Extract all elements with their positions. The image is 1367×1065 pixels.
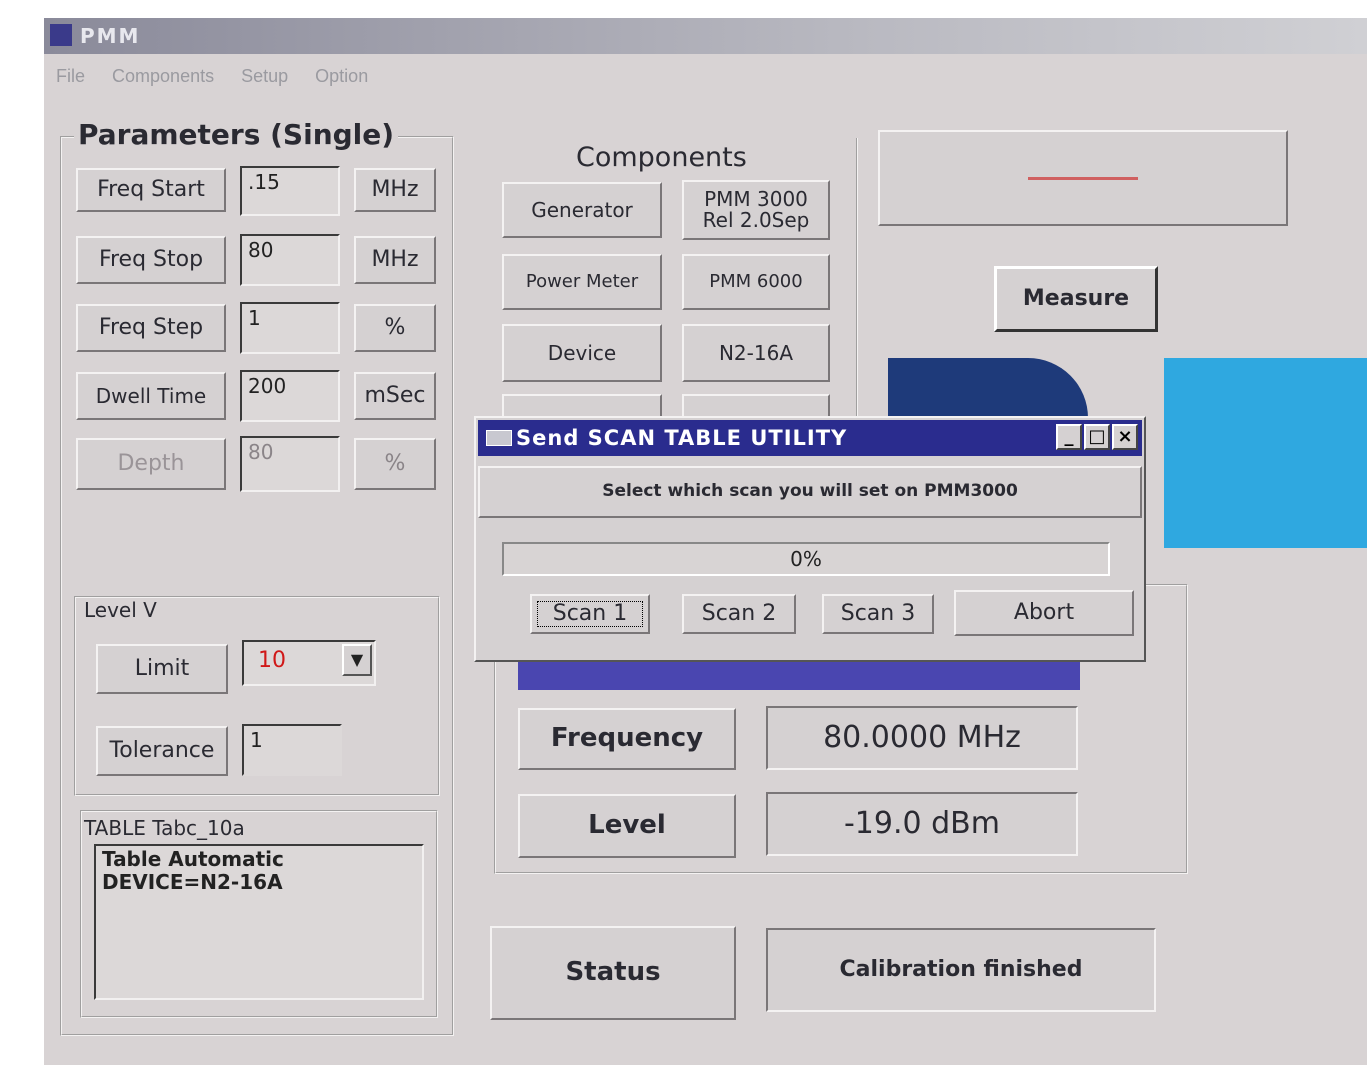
app-icon [50, 24, 72, 46]
status-readout: Calibration finished [766, 928, 1156, 1012]
dwell-time-unit: mSec [354, 372, 436, 420]
frequency-readout: 80.0000 MHz [766, 706, 1078, 770]
menu-components[interactable]: Components [112, 66, 214, 87]
minimize-icon[interactable]: _ [1056, 424, 1082, 450]
depth-button[interactable]: Depth [76, 438, 226, 490]
freq-step-button[interactable]: Freq Step [76, 304, 226, 352]
generator-button[interactable]: Generator [502, 182, 662, 238]
measure-button[interactable]: Measure [994, 266, 1158, 332]
scan-2-button[interactable]: Scan 2 [682, 594, 796, 634]
device-value: N2-16A [682, 324, 830, 382]
freq-stop-unit: MHz [354, 236, 436, 284]
menu-option[interactable]: Option [315, 66, 368, 87]
dwell-time-input[interactable]: 200 [240, 370, 340, 422]
table-textbox[interactable]: Table Automatic DEVICE=N2-16A [94, 844, 424, 1000]
freq-step-input[interactable]: 1 [240, 302, 340, 354]
dialog-title-bar[interactable]: Send SCAN TABLE UTILITY _ □ × [478, 420, 1142, 456]
progress-bar-fill [518, 658, 1080, 690]
table-line-1: Table Automatic [102, 847, 284, 871]
components-title: Components [576, 142, 747, 173]
parameters-title: Parameters (Single) [74, 118, 399, 151]
level-button[interactable]: Level [518, 794, 736, 858]
menu-file[interactable]: File [56, 66, 85, 87]
tolerance-button[interactable]: Tolerance [96, 726, 228, 776]
depth-input[interactable]: 80 [240, 436, 340, 492]
power-meter-value: PMM 6000 [682, 254, 830, 310]
device-button[interactable]: Device [502, 324, 662, 382]
scan-1-button[interactable]: Scan 1 [530, 594, 650, 634]
limit-value: 10 [258, 648, 286, 673]
limit-button[interactable]: Limit [96, 644, 228, 694]
generator-value: PMM 3000 Rel 2.0Sep [682, 180, 830, 240]
level-readout: -19.0 dBm [766, 792, 1078, 856]
scan-table-dialog: Send SCAN TABLE UTILITY _ □ × Select whi… [474, 416, 1146, 662]
abort-button[interactable]: Abort [954, 590, 1134, 636]
frequency-button[interactable]: Frequency [518, 708, 736, 770]
freq-stop-input[interactable]: 80 [240, 234, 340, 286]
dialog-app-icon [486, 430, 512, 446]
table-title: TABLE Tabc_10a [84, 816, 245, 840]
dwell-time-button[interactable]: Dwell Time [76, 372, 226, 420]
freq-step-unit: % [354, 304, 436, 352]
dialog-title: Send SCAN TABLE UTILITY [516, 426, 848, 450]
title-bar[interactable]: PMM [44, 18, 1367, 54]
freq-stop-button[interactable]: Freq Stop [76, 236, 226, 284]
power-meter-button[interactable]: Power Meter [502, 254, 662, 310]
main-window: PMM File Components Setup Option Paramet… [44, 18, 1367, 1065]
status-indicator-panel [878, 130, 1288, 226]
close-icon[interactable]: × [1112, 424, 1138, 450]
window-title: PMM [80, 24, 141, 48]
table-line-2: DEVICE=N2-16A [102, 870, 283, 894]
depth-unit: % [354, 438, 436, 490]
scan-3-button[interactable]: Scan 3 [822, 594, 934, 634]
tolerance-input[interactable]: 1 [242, 724, 342, 776]
menu-setup[interactable]: Setup [241, 66, 288, 87]
dialog-message: Select which scan you will set on PMM300… [478, 466, 1142, 518]
chevron-down-icon[interactable]: ▼ [342, 644, 372, 676]
limit-select[interactable]: 10 ▼ [242, 640, 376, 686]
scan-progress: 0% [502, 542, 1110, 576]
freq-start-button[interactable]: Freq Start [76, 168, 226, 212]
menu-bar: File Components Setup Option [44, 66, 378, 96]
brand-logo-m [1164, 358, 1367, 548]
freq-start-input[interactable]: .15 [240, 166, 340, 216]
indicator-line [1028, 176, 1138, 180]
level-group-title: Level V [84, 598, 157, 622]
freq-start-unit: MHz [354, 168, 436, 212]
maximize-icon[interactable]: □ [1084, 424, 1110, 450]
status-button[interactable]: Status [490, 926, 736, 1020]
